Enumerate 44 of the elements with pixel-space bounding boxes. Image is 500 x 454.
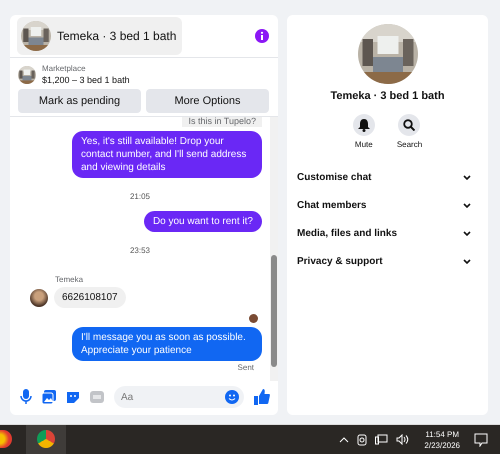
- action-label: Mute: [354, 140, 373, 149]
- message-status: Sent: [236, 363, 254, 372]
- notification-icon[interactable]: [474, 432, 488, 446]
- search-icon: [403, 119, 416, 131]
- message-bubble: 6626108107: [54, 287, 126, 308]
- mute-button[interactable]: [352, 114, 375, 136]
- clock-time[interactable]: 11:54 PM: [425, 428, 460, 440]
- app-icon[interactable]: [0, 430, 12, 448]
- clock-date[interactable]: 2/23/2026: [424, 440, 460, 450]
- conversation-name: Temeka · 3 bed 1 bath: [330, 90, 445, 102]
- search-button[interactable]: [398, 114, 420, 136]
- section-header[interactable]: Customise chat: [297, 163, 471, 191]
- avatar: [30, 288, 48, 306]
- section-header[interactable]: Chat members: [297, 191, 471, 219]
- caret-icon[interactable]: [339, 436, 350, 442]
- scrollbar[interactable]: [270, 117, 278, 381]
- action-label: Search: [396, 140, 422, 149]
- camera-icon[interactable]: [357, 434, 368, 446]
- listing-summary: $1,200 – 3 bed 1 bath: [42, 75, 130, 85]
- timestamp: 21:05: [128, 192, 152, 201]
- conversation-title[interactable]: Temeka · 3 bed 1 bath: [17, 17, 182, 55]
- sender-name: Temeka: [55, 275, 84, 284]
- speaker-icon[interactable]: [396, 434, 410, 445]
- message-bubble: Is this in Tupelo?: [182, 117, 262, 127]
- listing-source: Marketplace: [42, 64, 87, 73]
- section-header[interactable]: Privacy & support: [297, 247, 471, 275]
- thumbs-up-icon[interactable]: [254, 389, 270, 405]
- browser-icon[interactable]: [26, 425, 66, 454]
- network-icon[interactable]: [375, 434, 388, 445]
- conversation-name: Temeka · 3 bed 1 bath: [57, 29, 176, 43]
- message-bubble: Do you want to rent it?: [144, 211, 262, 232]
- action-button[interactable]: Mark as pending: [18, 89, 141, 113]
- message-field[interactable]: Aa: [114, 386, 244, 408]
- timestamp: 23:53: [128, 246, 152, 255]
- message-bubble: Yes, it's still available! Drop your contact number, and I'll send address and viewing details: [72, 131, 262, 178]
- microphone-icon[interactable]: [20, 389, 32, 405]
- emoji-icon[interactable]: [225, 390, 239, 404]
- message-bubble: I'll message you as soon as possible. Appreciate your patience: [72, 327, 262, 361]
- read-receipt-avatar: [249, 314, 258, 323]
- section-header[interactable]: Media, files and links: [297, 219, 471, 247]
- bell-icon: [358, 118, 370, 132]
- image-icon[interactable]: [42, 390, 56, 404]
- info-icon[interactable]: [255, 29, 269, 43]
- action-button[interactable]: More Options: [146, 89, 269, 113]
